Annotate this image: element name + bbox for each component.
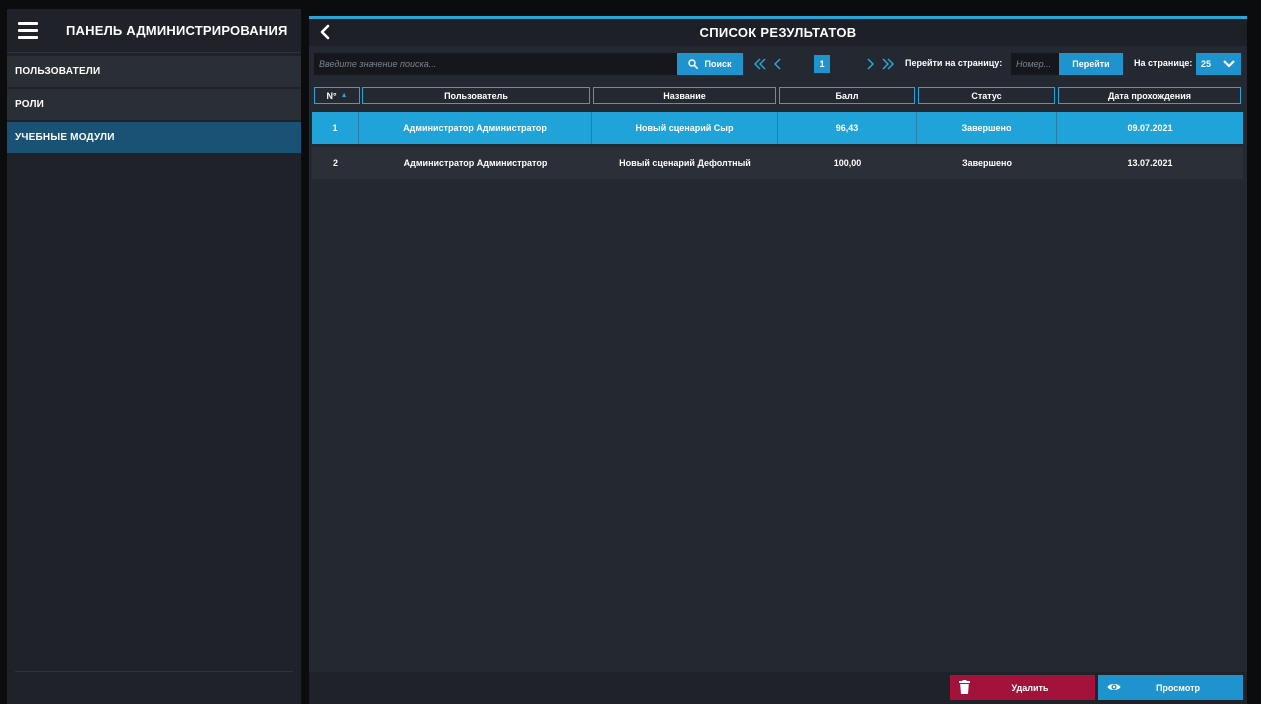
sidebar-title: ПАНЕЛЬ АДМИНИСТРИРОВАНИЯ (66, 23, 288, 38)
per-page-label: На странице: (1134, 58, 1193, 68)
delete-button-label: Удалить (1011, 682, 1049, 693)
cell-number: 1 (312, 112, 359, 144)
sidebar-footer-divider (15, 671, 293, 672)
eye-icon (1107, 684, 1121, 690)
cell-name: Новый сценарий Сыр (592, 112, 778, 144)
last-page-icon[interactable] (881, 57, 895, 71)
column-header-status[interactable]: Статус (918, 87, 1055, 104)
cell-score: 96,43 (778, 112, 917, 144)
cell-status: Завершено (917, 112, 1057, 144)
toolbar: Поиск 1 Перейти на страницу: Перейти На … (309, 53, 1247, 75)
view-button[interactable]: Просмотр (1098, 675, 1243, 700)
sidebar-item-training-modules[interactable]: УЧЕБНЫЕ МОДУЛИ (7, 122, 301, 153)
cell-date: 13.07.2021 (1127, 158, 1173, 168)
cell-user: Администратор Администратор (359, 112, 592, 144)
prev-page-icon[interactable] (773, 57, 782, 71)
chevron-down-icon (1223, 60, 1235, 68)
trash-icon (959, 680, 970, 694)
cell-score: 100,00 (833, 158, 862, 168)
goto-page-label: Перейти на страницу: (905, 58, 1003, 68)
column-header-date[interactable]: Дата прохождения (1058, 87, 1241, 104)
search-button[interactable]: Поиск (677, 53, 743, 75)
table-row[interactable]: 2 Администратор Администратор Новый сцен… (312, 147, 1243, 179)
search-input[interactable] (314, 53, 677, 75)
search-icon (688, 59, 699, 69)
hamburger-menu-icon[interactable] (18, 22, 38, 39)
table-header: N° ▲ Пользователь Название Балл Статус Д… (309, 87, 1247, 105)
page-title: СПИСОК РЕЗУЛЬТАТОВ (699, 25, 857, 40)
next-page-icon[interactable] (866, 57, 875, 71)
results-panel: СПИСОК РЕЗУЛЬТАТОВ Поиск 1 Перейти на ст… (309, 16, 1247, 704)
sidebar: ПАНЕЛЬ АДМИНИСТРИРОВАНИЯ ПОЛЬЗОВАТЕЛИ РО… (7, 9, 301, 704)
cell-status: Завершено (961, 158, 1012, 168)
panel-header: СПИСОК РЕЗУЛЬТАТОВ (309, 19, 1247, 46)
cell-date: 09.07.2021 (1127, 123, 1173, 133)
cell-user: Администратор Администратор (403, 158, 548, 168)
column-header-name[interactable]: Название (593, 87, 776, 104)
cell-name: Новый сценарий Дефолтный (619, 158, 751, 168)
column-header-user[interactable]: Пользователь (362, 87, 590, 104)
cell-number: 2 (332, 158, 338, 168)
search-button-label: Поиск (704, 59, 732, 69)
table-row[interactable]: 1 Администратор Администратор Новый сцен… (312, 112, 1243, 144)
panel-footer: Удалить Просмотр (309, 672, 1247, 704)
per-page-value: 25 (1201, 59, 1212, 69)
goto-page-button[interactable]: Перейти (1059, 53, 1123, 75)
per-page-select[interactable]: 25 (1196, 53, 1241, 75)
first-page-icon[interactable] (753, 57, 767, 71)
column-header-score[interactable]: Балл (779, 87, 915, 104)
sidebar-item-roles[interactable]: РОЛИ (7, 89, 301, 120)
page-number-current[interactable]: 1 (814, 55, 830, 73)
sort-asc-icon: ▲ (340, 92, 348, 99)
column-header-number[interactable]: N° ▲ (314, 87, 360, 104)
sidebar-header: ПАНЕЛЬ АДМИНИСТРИРОВАНИЯ (7, 9, 301, 53)
back-arrow-icon[interactable] (318, 24, 332, 40)
delete-button[interactable]: Удалить (950, 675, 1095, 700)
sidebar-item-users[interactable]: ПОЛЬЗОВАТЕЛИ (7, 56, 301, 87)
goto-page-input[interactable] (1011, 53, 1059, 75)
